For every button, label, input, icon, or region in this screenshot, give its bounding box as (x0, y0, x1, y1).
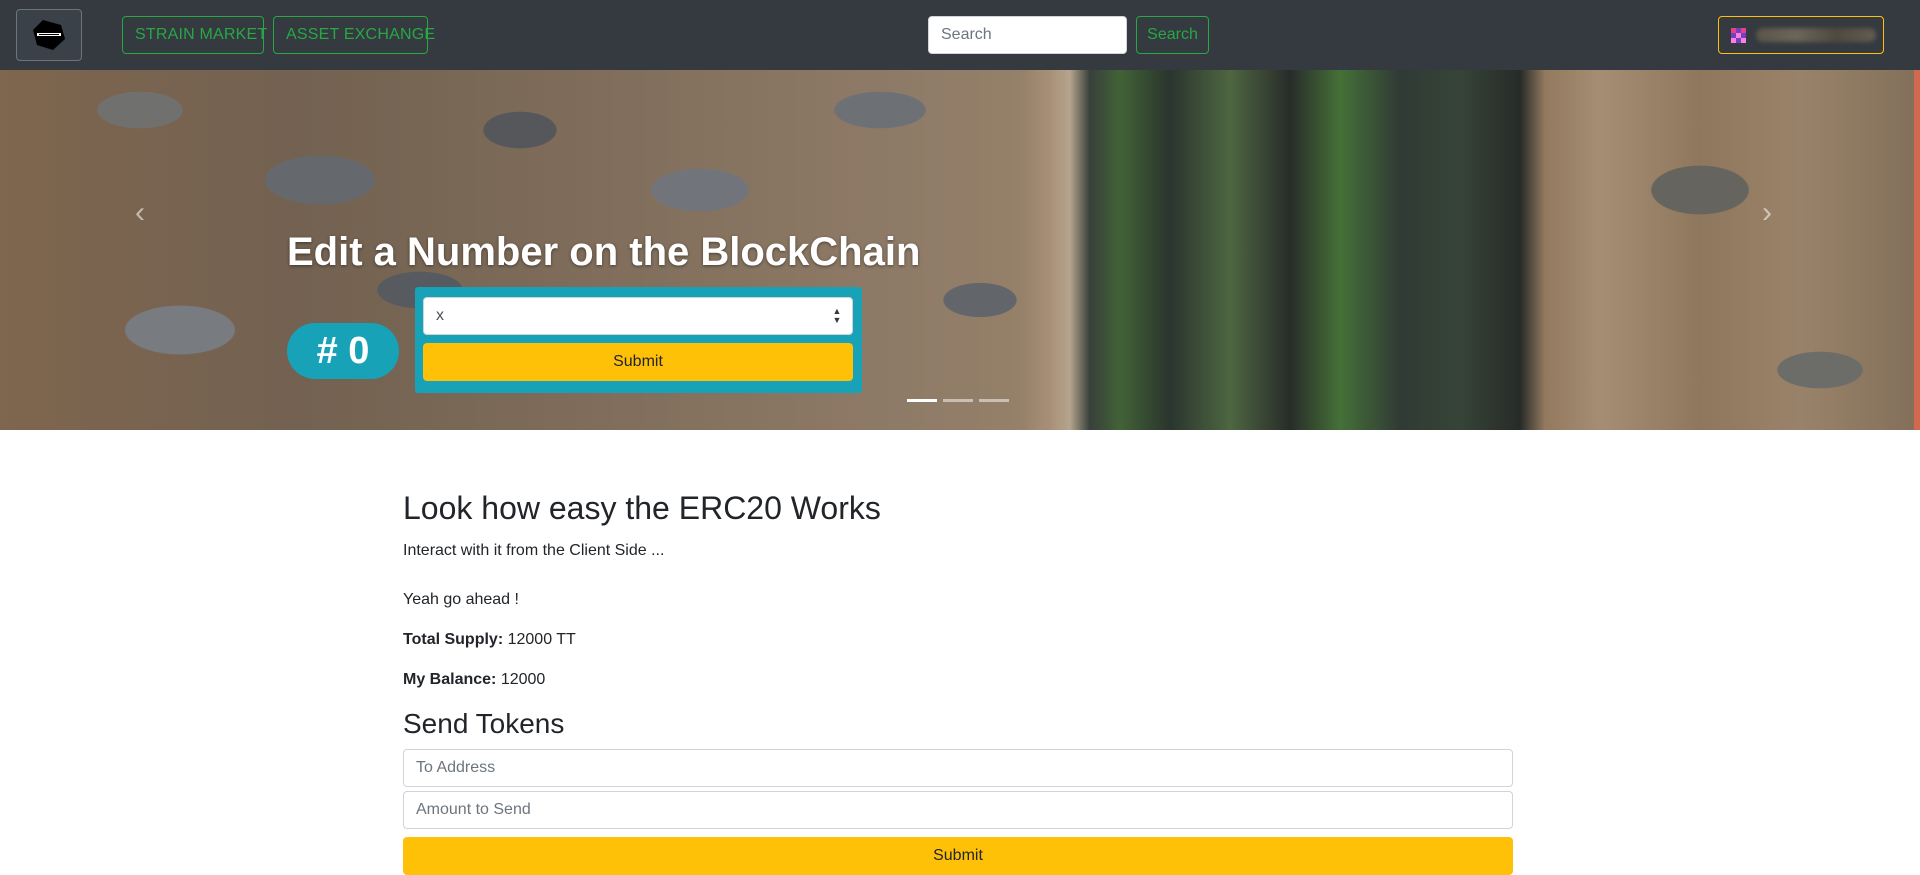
to-address-input[interactable] (403, 749, 1513, 787)
carousel-indicator[interactable] (943, 399, 973, 402)
erc20-prompt: Yeah go ahead ! (403, 591, 519, 608)
number-select[interactable]: x ▲ ▼ (423, 297, 853, 335)
account-button[interactable] (1718, 16, 1884, 54)
balance-value: 12000 (500, 671, 546, 688)
navbar: STRAIN MARKET ASSET EXCHANGE Search (0, 0, 1920, 70)
counter-badge: # 0 (287, 323, 399, 379)
amount-input[interactable] (403, 791, 1513, 829)
send-tokens-submit-button[interactable]: Submit (403, 837, 1513, 875)
send-tokens-title: Send Tokens (403, 708, 565, 739)
chevron-left-icon[interactable]: ‹ (135, 198, 145, 228)
edit-number-submit-button[interactable]: Submit (423, 343, 853, 381)
total-supply-value: 12000 TT (507, 631, 576, 648)
total-supply-label: Total Supply: (403, 631, 504, 648)
uplearth-logo-icon (33, 20, 65, 50)
erc20-title: Look how easy the ERC20 Works (403, 490, 881, 526)
erc20-subtitle: Interact with it from the Client Side ..… (403, 542, 665, 559)
account-address-redacted (1756, 28, 1876, 42)
number-select-value: x (436, 307, 444, 324)
chevron-right-icon[interactable]: › (1762, 198, 1772, 228)
hero-carousel: ‹ › Edit a Number on the BlockChain # 0 … (0, 70, 1914, 430)
carousel-indicators (907, 399, 1009, 402)
select-arrows-icon: ▲ ▼ (832, 306, 842, 325)
asset-exchange-button[interactable]: ASSET EXCHANGE (273, 16, 435, 54)
identicon-avatar-icon (1731, 27, 1746, 43)
carousel-indicator[interactable] (979, 399, 1009, 402)
brand-logo-button[interactable] (16, 9, 82, 61)
search-button[interactable]: Search (1136, 16, 1209, 54)
page-edge-accent (1914, 70, 1920, 430)
balance-label: My Balance: (403, 671, 497, 688)
balance-line: My Balance: 12000 (403, 671, 545, 689)
search-input[interactable] (928, 16, 1127, 54)
edit-number-panel: x ▲ ▼ Submit (415, 287, 862, 393)
carousel-indicator[interactable] (907, 399, 937, 402)
strain-market-button[interactable]: STRAIN MARKET (122, 16, 267, 54)
hero-title: Edit a Number on the BlockChain (287, 230, 921, 274)
total-supply-line: Total Supply: 12000 TT (403, 631, 576, 649)
